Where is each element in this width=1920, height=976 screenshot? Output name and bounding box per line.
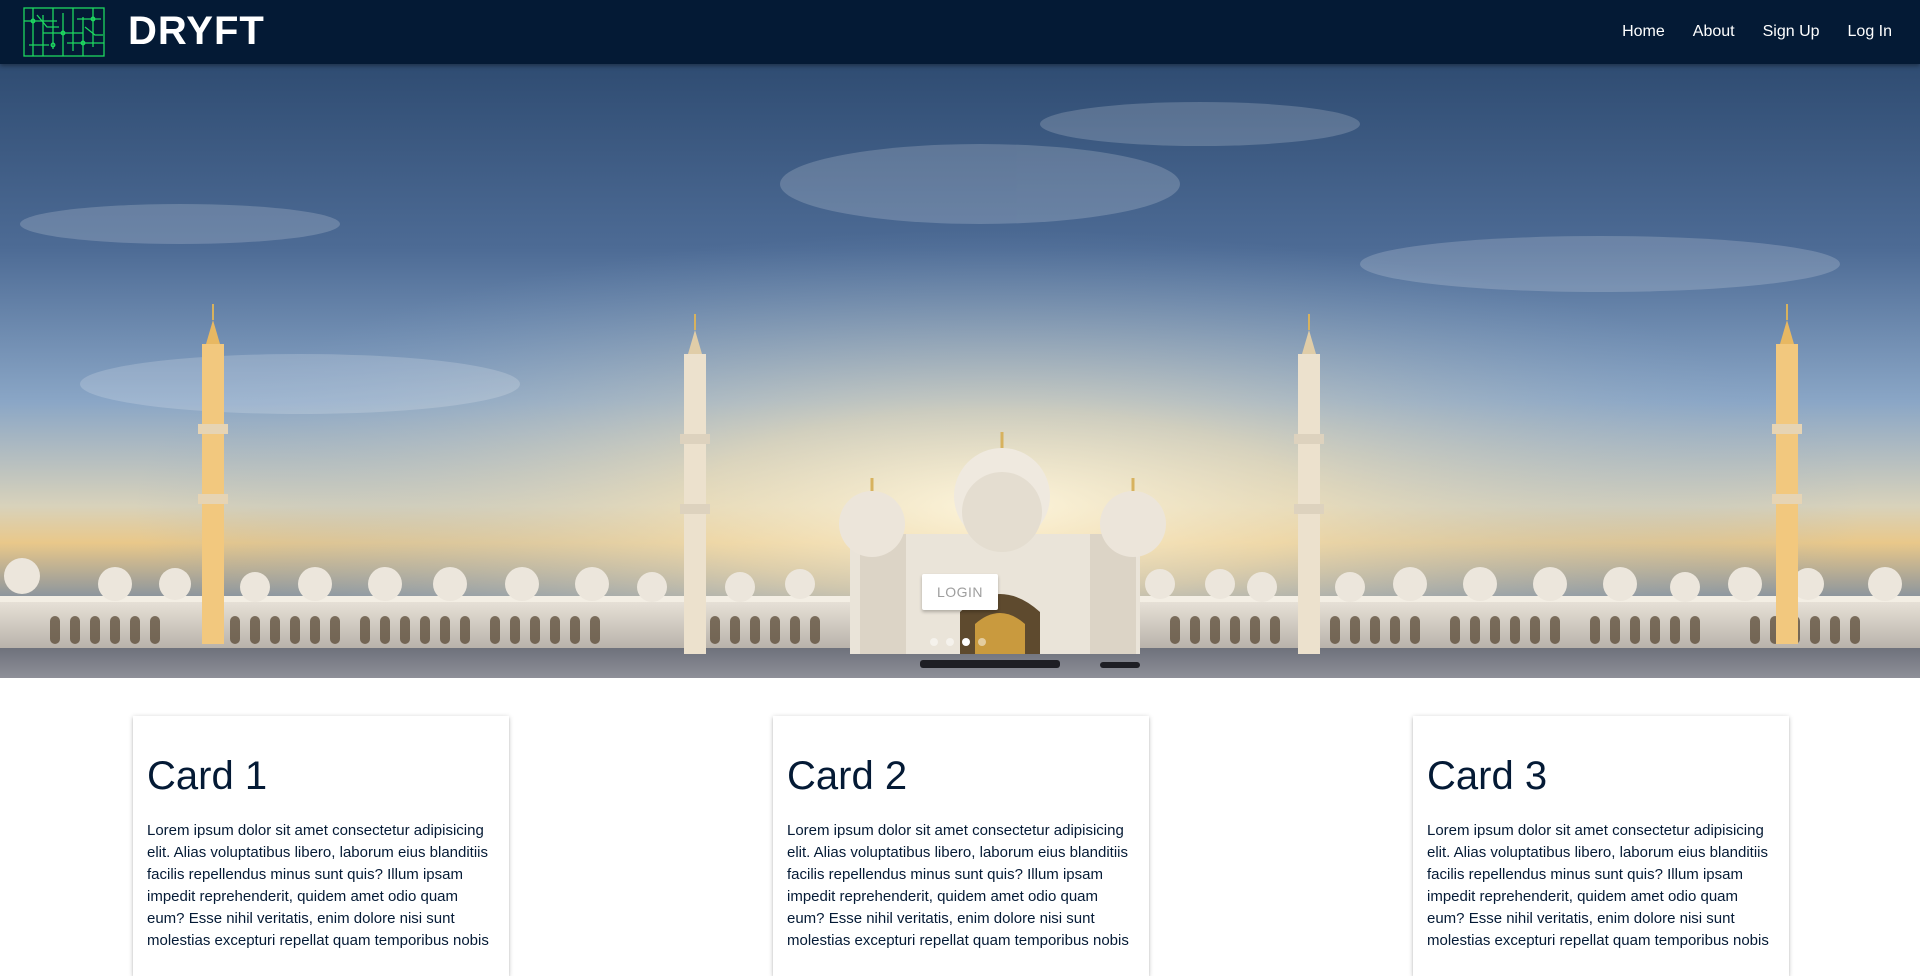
hero-carousel[interactable]: LOGIN <box>0 64 1920 678</box>
carousel-indicator-1[interactable] <box>930 638 938 646</box>
nav-link-log-in[interactable]: Log In <box>1834 23 1906 41</box>
carousel-indicators <box>930 638 986 646</box>
carousel-indicator-4[interactable] <box>978 638 986 646</box>
nav-links: Home About Sign Up Log In <box>1608 0 1906 64</box>
card-title: Card 1 <box>147 754 268 798</box>
login-button[interactable]: LOGIN <box>922 574 998 610</box>
nav-link-about[interactable]: About <box>1679 23 1749 41</box>
card-title: Card 2 <box>787 754 908 798</box>
card-title: Card 3 <box>1427 754 1548 798</box>
card-text: Lorem ipsum dolor sit amet consectetur a… <box>787 822 1129 949</box>
card-2: Card 2 Lorem ipsum dolor sit amet consec… <box>773 716 1149 976</box>
brand-title[interactable]: DRYFT <box>128 6 265 56</box>
circuit-grid-logo-icon[interactable] <box>23 7 105 57</box>
card-text: Lorem ipsum dolor sit amet consectetur a… <box>1427 822 1769 949</box>
navbar: DRYFT Home About Sign Up Log In <box>0 0 1920 64</box>
carousel-indicator-3[interactable] <box>962 638 970 646</box>
nav-link-sign-up[interactable]: Sign Up <box>1749 23 1834 41</box>
card-text: Lorem ipsum dolor sit amet consectetur a… <box>147 822 489 949</box>
carousel-indicator-2[interactable] <box>946 638 954 646</box>
nav-link-home[interactable]: Home <box>1608 23 1679 41</box>
card-3: Card 3 Lorem ipsum dolor sit amet consec… <box>1413 716 1789 976</box>
card-1: Card 1 Lorem ipsum dolor sit amet consec… <box>133 716 509 976</box>
